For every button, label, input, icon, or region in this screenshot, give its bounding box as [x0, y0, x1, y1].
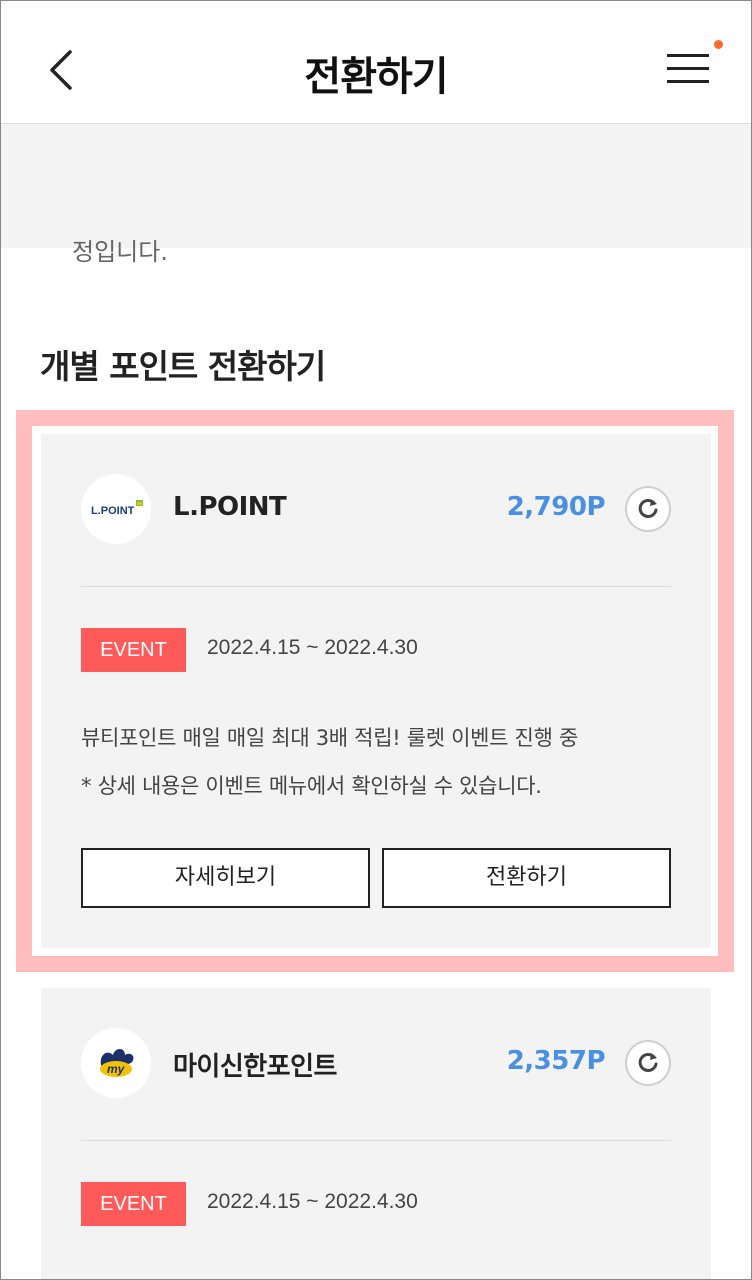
card-points: 2,790P — [506, 492, 606, 522]
lpoint-logo-icon: L.POINT — [91, 500, 143, 517]
divider — [81, 586, 671, 587]
myshinhan-logo-icon: my — [100, 1049, 134, 1077]
refresh-button[interactable] — [625, 1040, 671, 1086]
hamburger-icon — [667, 54, 709, 57]
myshinhan-logo: my — [81, 1028, 151, 1098]
section-title: 개별 포인트 전환하기 — [40, 347, 326, 386]
point-card-lpoint: L.POINT L.POINT 2,790P EVENT 2022.4.15 ~… — [41, 434, 711, 948]
menu-button[interactable] — [664, 48, 712, 88]
event-badge: EVENT — [81, 1182, 186, 1226]
card-points: 2,357P — [506, 1046, 606, 1076]
notice-area: 정입니다. — [0, 124, 752, 266]
convert-button[interactable]: 전환하기 — [382, 848, 671, 908]
detail-button[interactable]: 자세히보기 — [81, 848, 370, 908]
hamburger-icon-bar — [667, 67, 709, 70]
svg-text:my: my — [107, 1062, 126, 1076]
app-header: 전환하기 — [0, 0, 752, 124]
refresh-icon — [638, 498, 658, 518]
refresh-button[interactable] — [625, 486, 671, 532]
event-description: 뷰티포인트 매일 매일 최대 3배 적립! 룰렛 이벤트 진행 중 — [81, 726, 578, 750]
refresh-icon — [638, 1052, 658, 1072]
event-period: 2022.4.15 ~ 2022.4.30 — [207, 1190, 418, 1213]
lpoint-logo: L.POINT — [81, 474, 151, 544]
notification-dot — [714, 40, 723, 49]
point-card-myshinhan: my 마이신한포인트 2,357P EVENT 2022.4.15 ~ 2022… — [41, 988, 711, 1280]
divider — [81, 1140, 671, 1141]
event-period: 2022.4.15 ~ 2022.4.30 — [207, 636, 418, 659]
svg-text:L.POINT: L.POINT — [91, 505, 135, 517]
card-name: 마이신한포인트 — [173, 1052, 337, 1082]
event-badge: EVENT — [81, 628, 186, 672]
page-title: 전환하기 — [304, 54, 448, 100]
card-name: L.POINT — [173, 492, 287, 522]
event-note: * 상세 내용은 이벤트 메뉴에서 확인하실 수 있습니다. — [81, 774, 542, 798]
notice-text: 정입니다. — [72, 238, 168, 266]
hamburger-icon-bar — [667, 80, 709, 83]
